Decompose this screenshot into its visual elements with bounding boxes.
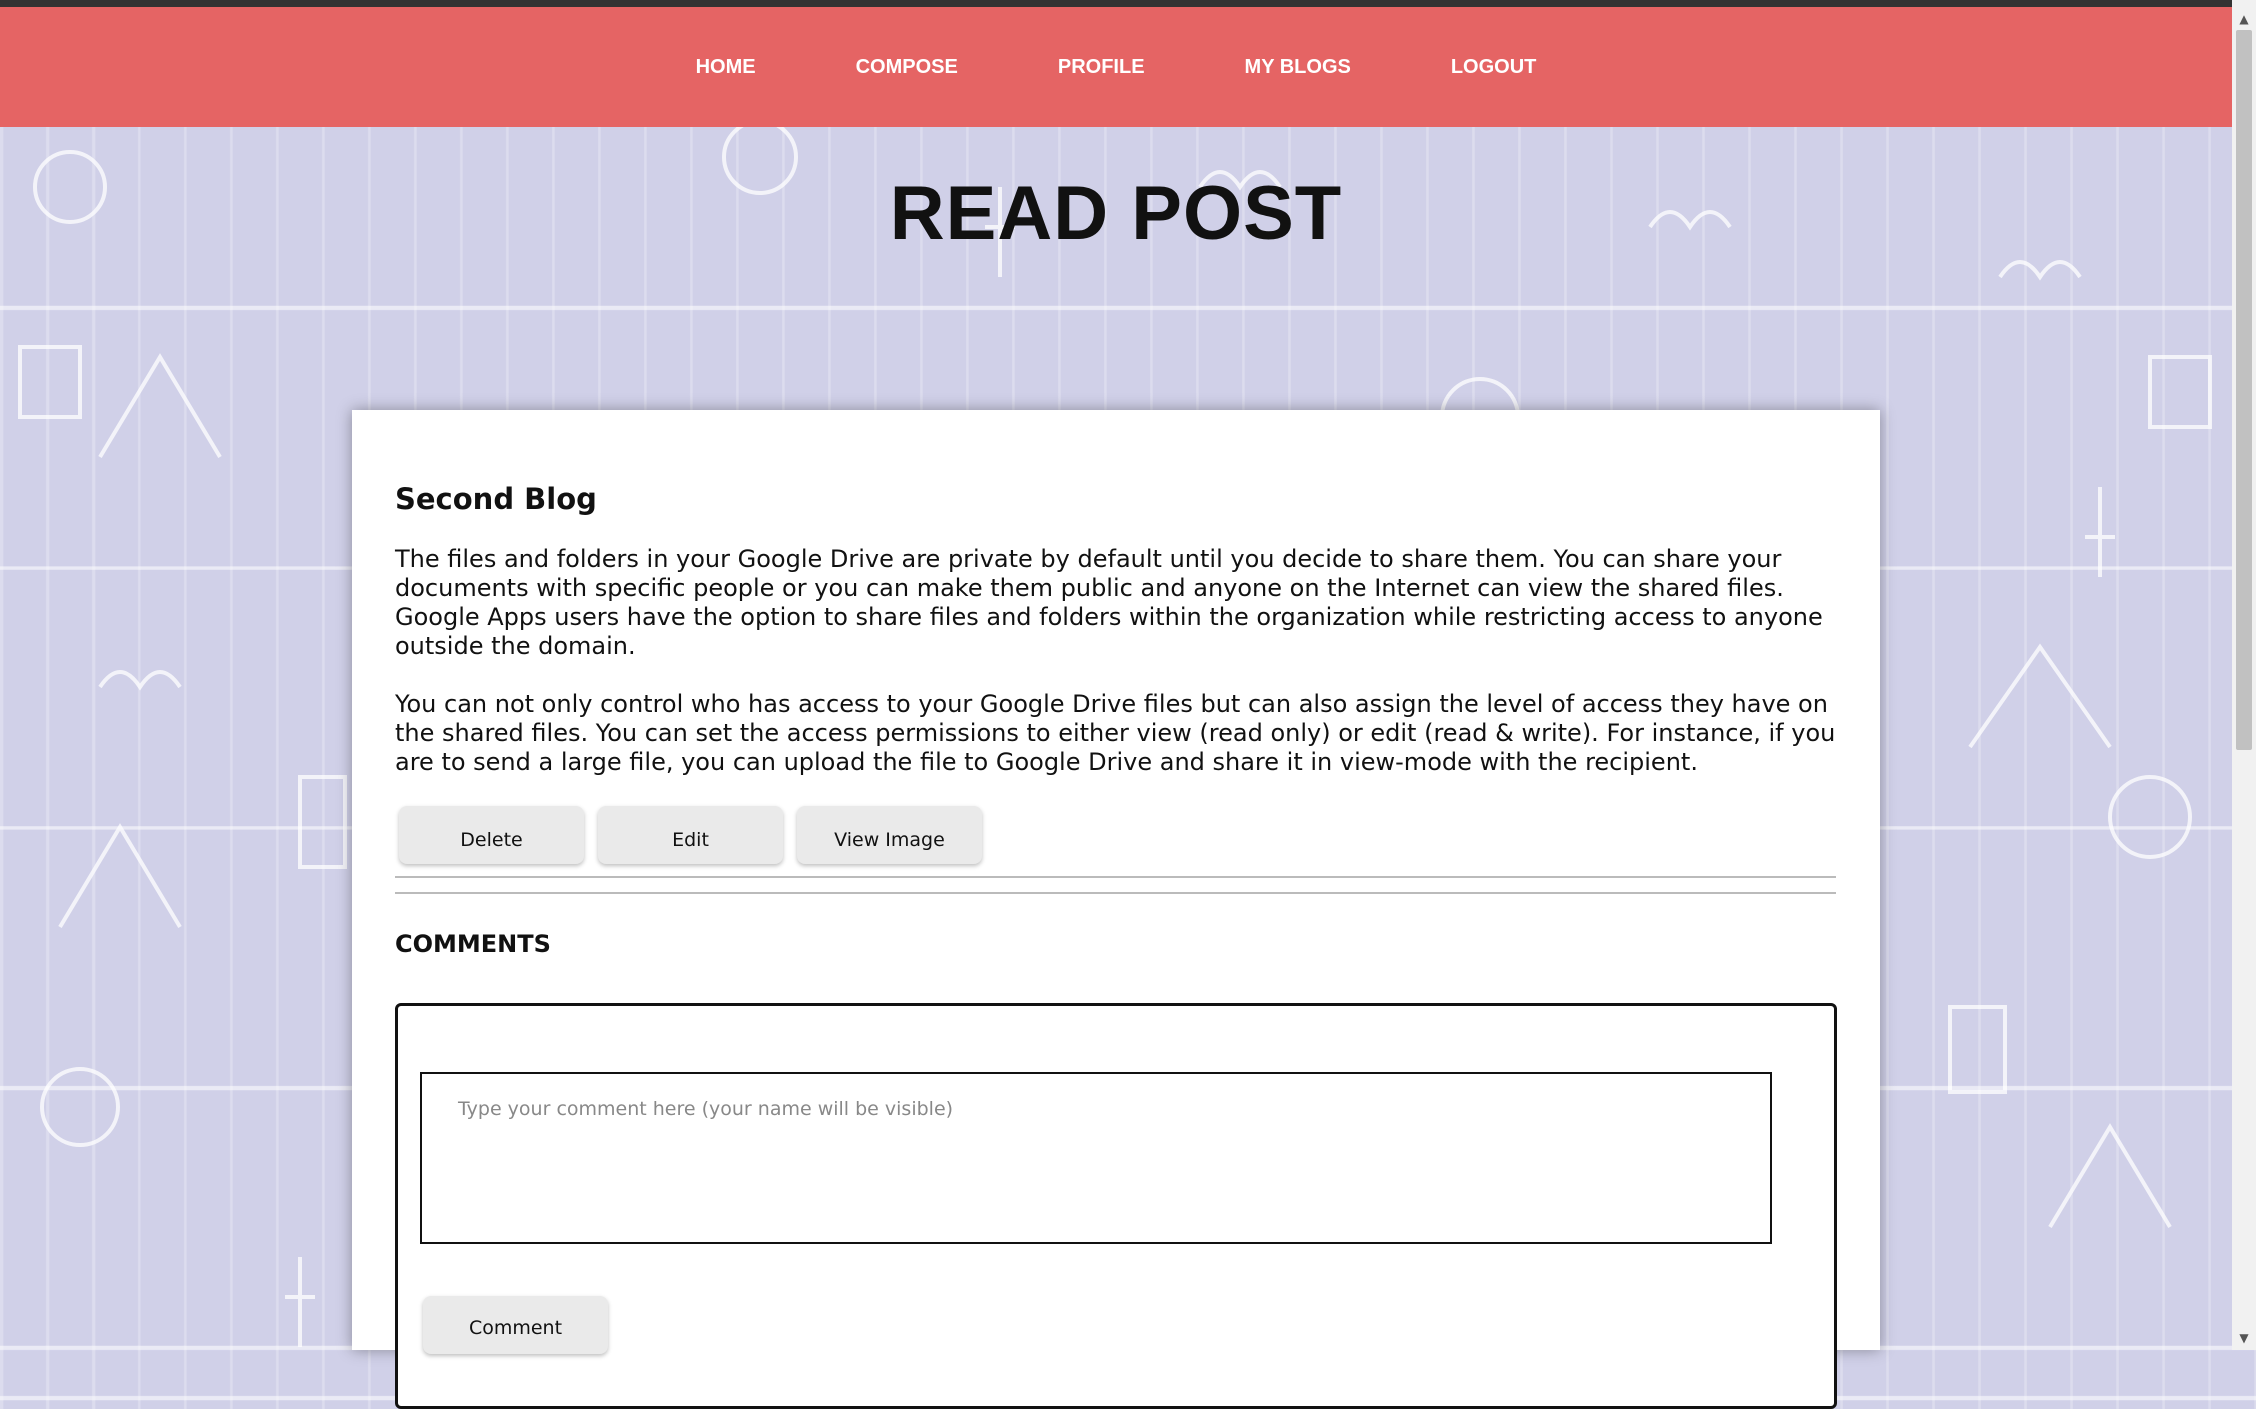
nav-profile-link[interactable]: PROFILE: [1008, 56, 1195, 79]
divider: [395, 892, 1836, 894]
comment-form: Comment: [395, 1003, 1837, 1409]
post-card: Second Blog The files and folders in you…: [352, 410, 1880, 1409]
scrollbar-thumb[interactable]: [2236, 30, 2252, 750]
post-body: The files and folders in your Google Dri…: [395, 545, 1845, 806]
view-image-button[interactable]: View Image: [797, 806, 982, 864]
post-paragraph: The files and folders in your Google Dri…: [395, 545, 1823, 660]
page-title: READ POST: [889, 171, 1343, 256]
nav-my-blogs-link[interactable]: MY BLOGS: [1195, 56, 1401, 79]
comments-heading: COMMENTS: [395, 930, 551, 958]
comment-submit-button[interactable]: Comment: [423, 1296, 608, 1354]
divider: [395, 876, 1836, 878]
window-top-strip: [0, 0, 2256, 7]
page-scrollbar[interactable]: ▲ ▼: [2232, 0, 2256, 1350]
nav-home-link[interactable]: HOME: [646, 56, 806, 79]
post-title: Second Blog: [395, 482, 597, 516]
nav-logout-link[interactable]: LOGOUT: [1401, 56, 1587, 79]
edit-button[interactable]: Edit: [598, 806, 783, 864]
top-navbar: HOME COMPOSE PROFILE MY BLOGS LOGOUT: [0, 7, 2232, 127]
comment-input[interactable]: [420, 1072, 1772, 1244]
arrow-up-icon[interactable]: ▲: [2232, 7, 2256, 31]
delete-button[interactable]: Delete: [399, 806, 584, 864]
post-actions: Delete Edit View Image: [399, 806, 982, 864]
post-paragraph: You can not only control who has access …: [395, 690, 1836, 776]
arrow-down-icon[interactable]: ▼: [2232, 1326, 2256, 1350]
nav-compose-link[interactable]: COMPOSE: [806, 56, 1008, 79]
